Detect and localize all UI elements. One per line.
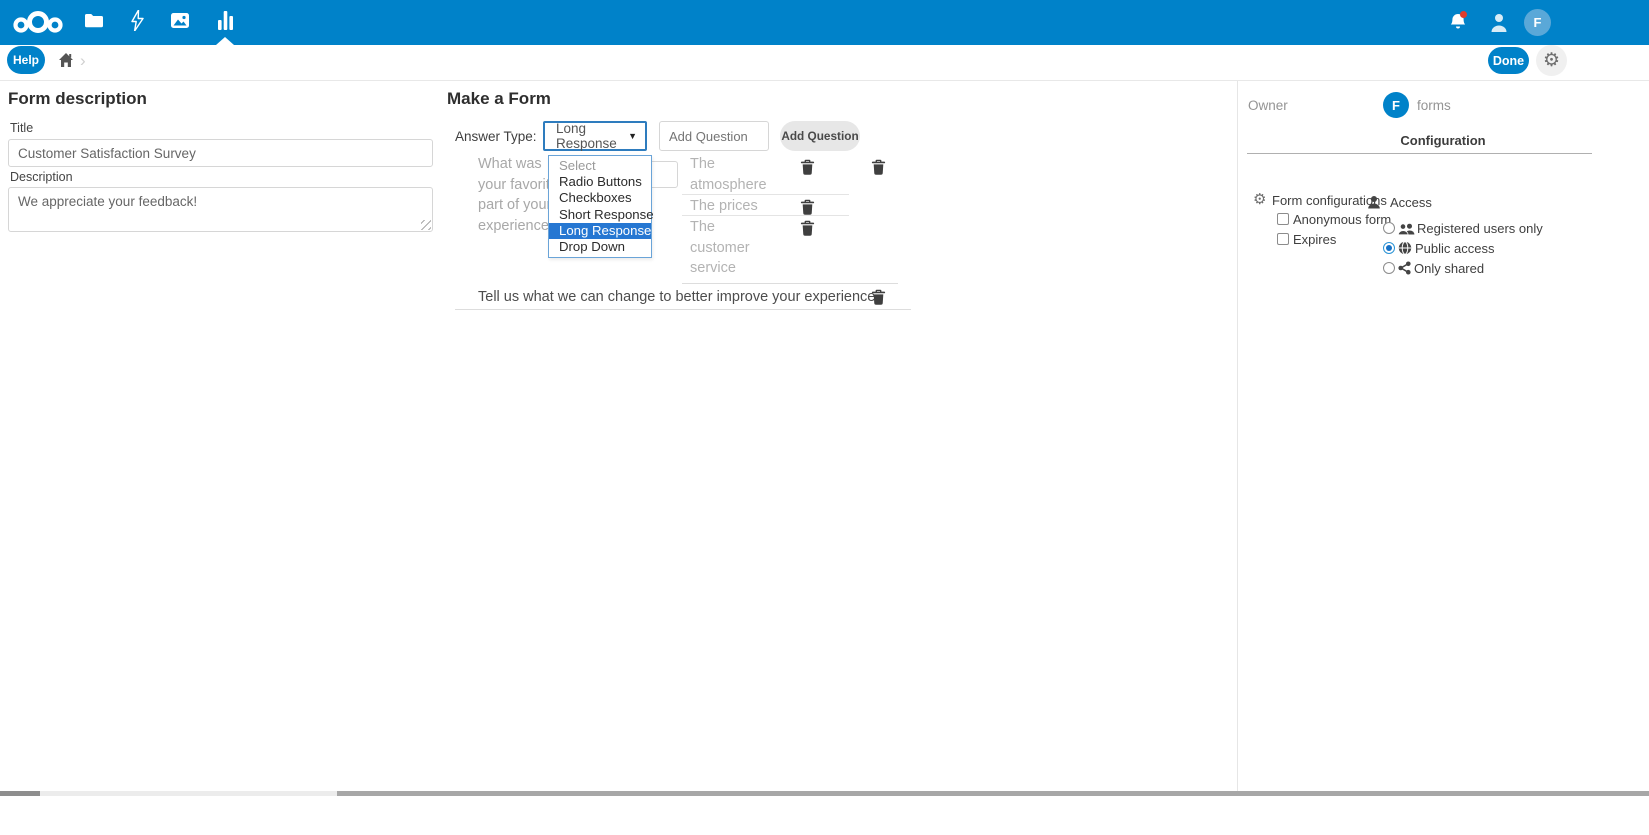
dropdown-option-radio-buttons[interactable]: Radio Buttons [549, 174, 651, 190]
user-avatar[interactable]: F [1524, 9, 1551, 36]
barchart-icon [217, 11, 234, 35]
dropdown-option-select[interactable]: Select [549, 158, 651, 174]
gear-icon: ⚙ [1253, 190, 1266, 208]
answer-type-select[interactable]: Long Response ▼ [543, 121, 647, 151]
only-shared-label: Only shared [1414, 261, 1484, 276]
chevron-down-icon: ▼ [628, 131, 637, 141]
photos-icon [171, 13, 189, 33]
expires-label: Expires [1293, 232, 1336, 247]
answer-type-dropdown: Select Radio Buttons Checkboxes Short Re… [548, 155, 652, 258]
done-button[interactable]: Done [1488, 47, 1529, 74]
lightning-icon [131, 10, 144, 36]
registered-users-label: Registered users only [1417, 221, 1543, 236]
title-input[interactable] [8, 139, 433, 167]
top-navbar: F [0, 0, 1649, 45]
dropdown-option-drop-down[interactable]: Drop Down [549, 239, 651, 255]
add-question-button[interactable]: Add Question [780, 121, 860, 151]
dropdown-option-short-response[interactable]: Short Response [549, 207, 651, 223]
scrollbar-thumb[interactable] [337, 791, 1649, 796]
contacts-button[interactable] [1490, 13, 1508, 37]
trash-icon [871, 159, 886, 175]
make-a-form-heading: Make a Form [447, 89, 551, 109]
textarea-resize-handle[interactable] [421, 220, 431, 230]
answer-option: The customer service [690, 217, 778, 279]
scrollbar-segment[interactable] [0, 791, 40, 796]
nextcloud-logo[interactable] [12, 8, 64, 43]
owner-label: Owner [1248, 98, 1288, 113]
form-description-heading: Form description [8, 89, 147, 109]
delete-option-button[interactable] [800, 220, 815, 236]
files-app-button[interactable] [71, 0, 115, 45]
answer-option: The atmosphere [690, 154, 778, 195]
gear-icon: ⚙ [1543, 50, 1560, 71]
question-row-divider [455, 309, 911, 310]
public-access-label: Public access [1415, 241, 1494, 256]
description-label: Description [10, 170, 73, 184]
trash-icon [800, 220, 815, 236]
settings-button[interactable]: ⚙ [1536, 45, 1567, 76]
dropdown-option-checkboxes[interactable]: Checkboxes [549, 190, 651, 206]
trash-icon [800, 159, 815, 175]
dropdown-option-long-response[interactable]: Long Response [549, 223, 651, 239]
home-breadcrumb-button[interactable] [58, 52, 74, 73]
help-button[interactable]: Help [7, 46, 45, 74]
expires-checkbox[interactable] [1277, 233, 1289, 245]
anonymous-form-label: Anonymous form [1293, 212, 1391, 227]
breadcrumb-chevron-icon: › [80, 51, 86, 71]
only-shared-radio[interactable] [1383, 262, 1395, 274]
delete-option-button[interactable] [800, 159, 815, 175]
activity-app-button[interactable] [115, 0, 159, 45]
people-icon [1398, 222, 1415, 240]
delete-option-button[interactable] [800, 199, 815, 215]
answer-option: The prices [690, 196, 778, 217]
configuration-divider [1247, 153, 1592, 154]
delete-question-button[interactable] [871, 159, 886, 175]
notifications-button[interactable] [1449, 13, 1467, 38]
share-icon [1398, 261, 1411, 280]
trash-icon [871, 289, 886, 305]
breadcrumb-header: Help › Done ⚙ [0, 45, 1649, 81]
option-divider [682, 215, 849, 216]
configuration-heading: Configuration [1237, 133, 1649, 148]
forms-app-window: F Help › Done ⚙ Form description Title D… [0, 0, 1649, 835]
globe-icon [1398, 241, 1412, 260]
owner-name: forms [1417, 98, 1451, 113]
trash-icon [800, 199, 815, 215]
description-textarea[interactable]: We appreciate your feedback! [8, 187, 433, 232]
question-row-divider [682, 283, 898, 284]
add-question-input[interactable] [659, 121, 769, 151]
title-label: Title [10, 121, 33, 135]
access-heading: Access [1390, 195, 1432, 210]
folder-icon [84, 13, 103, 33]
sidebar-divider [1237, 81, 1238, 792]
person-icon [1367, 195, 1381, 214]
notification-dot [1460, 11, 1467, 18]
answer-type-value: Long Response [556, 121, 628, 151]
delete-question-button[interactable] [871, 289, 886, 305]
home-icon [58, 55, 74, 72]
bell-icon [1449, 20, 1467, 37]
active-app-indicator [216, 37, 234, 45]
option-divider [682, 194, 849, 195]
photos-app-button[interactable] [158, 0, 202, 45]
contacts-icon [1490, 19, 1508, 36]
owner-avatar: F [1383, 92, 1409, 118]
public-access-radio[interactable] [1383, 242, 1395, 254]
anonymous-form-checkbox[interactable] [1277, 213, 1289, 225]
answer-type-label: Answer Type: [455, 129, 537, 144]
registered-users-radio[interactable] [1383, 222, 1395, 234]
question-text: Tell us what we can change to better imp… [478, 289, 875, 305]
